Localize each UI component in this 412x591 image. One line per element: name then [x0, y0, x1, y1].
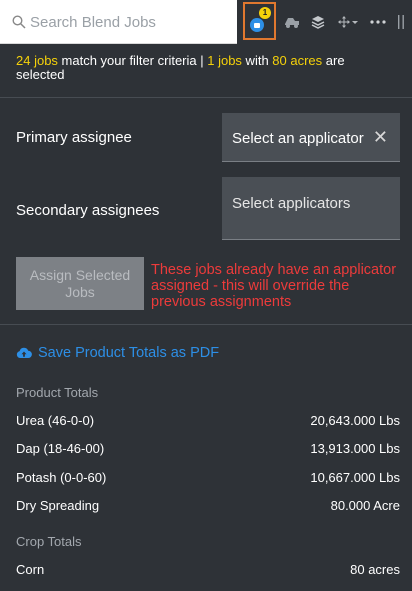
- save-pdf-label: Save Product Totals as PDF: [38, 345, 220, 361]
- move-tool-button[interactable]: [333, 0, 363, 44]
- summary-text-1: match your filter criteria |: [57, 53, 208, 68]
- summary-text-2: with: [241, 53, 273, 68]
- layers-tool-button[interactable]: [306, 0, 330, 44]
- list-item: Dry Spreading 80.000 Acre: [16, 498, 400, 513]
- product-amount: 10,667.000 Lbs: [310, 470, 400, 485]
- product-totals-heading: Product Totals: [16, 385, 99, 400]
- save-pdf-link[interactable]: Save Product Totals as PDF: [16, 345, 219, 361]
- move-icon: [338, 16, 358, 28]
- divider: [0, 97, 412, 98]
- job-count: 24 jobs: [16, 53, 58, 68]
- search-box[interactable]: [0, 0, 237, 44]
- crop-totals-heading: Crop Totals: [16, 534, 82, 549]
- primary-assignee-label: Primary assignee: [16, 129, 132, 146]
- top-toolbar: 1: [0, 0, 412, 44]
- product-name: Dry Spreading: [16, 498, 100, 513]
- selected-acres: 80 acres: [272, 53, 323, 68]
- panel-resize-handle[interactable]: [394, 0, 408, 44]
- primary-assignee-select[interactable]: Select an applicator ✕: [222, 113, 400, 162]
- primary-assignee-value: Select an applicator: [232, 130, 364, 147]
- list-item: Urea (46-0-0) 20,643.000 Lbs: [16, 413, 400, 428]
- truck-icon: [285, 18, 299, 28]
- list-item: Dap (18-46-00) 13,913.000 Lbs: [16, 441, 400, 456]
- search-input[interactable]: [30, 10, 230, 34]
- crop-acres: 80 acres: [350, 562, 400, 577]
- more-options-button[interactable]: [366, 0, 390, 44]
- secondary-assignees-placeholder: Select applicators: [232, 195, 351, 212]
- product-amount: 13,913.000 Lbs: [310, 441, 400, 456]
- product-amount: 20,643.000 Lbs: [310, 413, 400, 428]
- assign-selected-jobs-button[interactable]: Assign Selected Jobs: [16, 257, 144, 310]
- product-name: Potash (0-0-60): [16, 470, 107, 485]
- crop-name: Corn: [16, 562, 45, 577]
- jobs-count-badge: 1: [259, 7, 271, 19]
- product-amount: 80.000 Acre: [330, 498, 400, 513]
- cloud-upload-icon: [16, 347, 32, 358]
- product-name: Dap (18-46-00): [16, 441, 105, 456]
- jobs-tool-button[interactable]: 1: [243, 2, 276, 40]
- secondary-assignees-label: Secondary assignees: [16, 202, 160, 219]
- split-icon: [398, 15, 404, 29]
- layers-icon: [311, 16, 325, 29]
- search-icon: [12, 15, 26, 29]
- clear-icon[interactable]: ✕: [373, 127, 388, 148]
- filter-summary: 24 jobs match your filter criteria | 1 j…: [16, 54, 396, 82]
- secondary-assignees-select[interactable]: Select applicators: [222, 177, 400, 240]
- product-name: Urea (46-0-0): [16, 413, 95, 428]
- truck-tool-button[interactable]: [280, 0, 304, 44]
- override-warning: These jobs already have an applicator as…: [151, 262, 397, 310]
- selected-jobs-count: 1 jobs: [207, 53, 242, 68]
- list-item: Corn 80 acres: [16, 562, 400, 577]
- list-item: Potash (0-0-60) 10,667.000 Lbs: [16, 470, 400, 485]
- divider: [0, 324, 412, 325]
- more-icon: [370, 20, 386, 24]
